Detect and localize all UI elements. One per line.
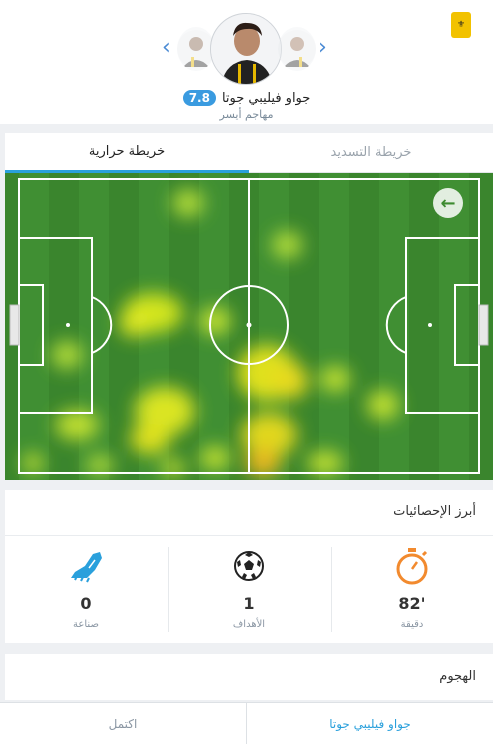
club-logo-icon[interactable]: ⚜ bbox=[451, 12, 471, 38]
soccer-ball-icon bbox=[168, 547, 330, 585]
minutes-value: 82' bbox=[398, 594, 426, 613]
previous-player-arrow-icon[interactable]: ‹ bbox=[162, 37, 171, 59]
goals-value: 1 bbox=[243, 594, 255, 613]
stopwatch-icon bbox=[331, 547, 493, 585]
player-position: مهاجم أيسر bbox=[219, 108, 274, 121]
stat-separator bbox=[331, 547, 332, 632]
stat-goals: 1 الأهداف bbox=[168, 547, 330, 635]
divider bbox=[5, 535, 493, 536]
bottom-tab-bar: اكتمل جواو فيليبي جوتا bbox=[0, 702, 493, 744]
tab-shot-map[interactable]: خريطة التسديد bbox=[249, 133, 493, 173]
heatmap-pitch: ← bbox=[5, 173, 493, 480]
stat-minutes: 82' دقيقة bbox=[331, 547, 493, 635]
tab-heatmap[interactable]: خريطة حرارية bbox=[5, 133, 249, 173]
player-avatar bbox=[210, 13, 282, 85]
stat-assists: 0 صناعة bbox=[5, 547, 167, 635]
football-boot-icon bbox=[5, 547, 167, 585]
assists-value: 0 bbox=[80, 594, 92, 613]
rating-badge: 7.8 bbox=[182, 90, 216, 106]
stat-separator bbox=[168, 547, 169, 632]
player-name-row: 7.8 جواو فيليبي جوتا bbox=[0, 90, 493, 106]
attack-section[interactable]: الهجوم bbox=[5, 654, 493, 700]
tab-complete[interactable]: اكتمل bbox=[0, 703, 246, 744]
goals-label: الأهداف bbox=[232, 619, 266, 630]
pitch-drawing bbox=[5, 173, 493, 480]
stats-title: أبرز الإحصائيات bbox=[393, 504, 476, 519]
heatmap-tabs: خريطة حرارية خريطة التسديد bbox=[5, 133, 493, 173]
next-player-avatar[interactable] bbox=[278, 27, 316, 71]
next-player-arrow-icon[interactable]: › bbox=[318, 37, 327, 59]
arrow-left-icon[interactable]: ← bbox=[433, 188, 463, 218]
tab-player[interactable]: جواو فيليبي جوتا bbox=[246, 703, 493, 744]
assists-label: صناعة bbox=[73, 619, 99, 630]
top-stats-panel: أبرز الإحصائيات 82' دقيقة 1 الأهداف 0 صن… bbox=[5, 490, 493, 643]
minutes-label: دقيقة bbox=[400, 619, 424, 630]
player-header: ⚜ ‹ › 7.8 جواو فيليبي جوتا مهاجم أيسر bbox=[0, 0, 493, 124]
attack-title: الهجوم bbox=[439, 669, 476, 684]
player-name: جواو فيليبي جوتا bbox=[221, 90, 311, 106]
